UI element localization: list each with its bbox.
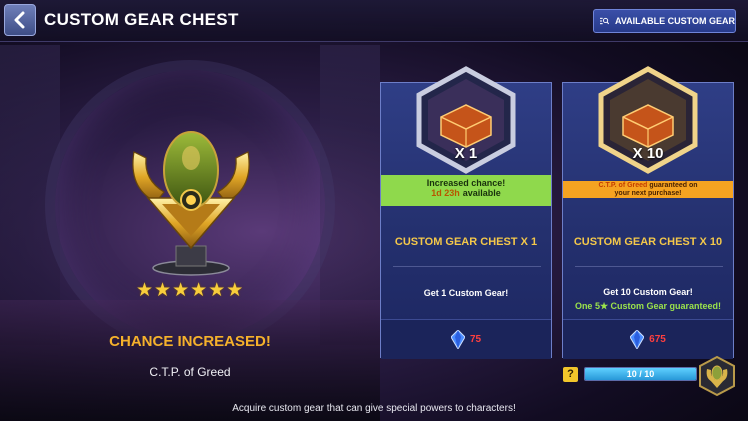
chest-image-area: X 1 <box>381 66 551 175</box>
chest-guarantee-text: One 5★ Custom Gear guaranteed! <box>574 301 722 311</box>
page-title: CUSTOM GEAR CHEST <box>44 10 239 29</box>
star-icon: ★ <box>136 280 154 301</box>
chest-description: Get 1 Custom Gear! <box>423 288 509 298</box>
chest-description: Get 10 Custom Gear! <box>603 287 693 297</box>
chevron-left-icon <box>14 11 25 29</box>
footer-hint: Acquire custom gear that can give specia… <box>232 403 516 414</box>
help-icon[interactable]: ? <box>563 367 578 382</box>
chest-name: CUSTOM GEAR CHEST X 1 <box>394 236 538 248</box>
divider <box>393 266 541 267</box>
star-icon: ★ <box>190 280 208 301</box>
price-label: 675 <box>649 334 666 345</box>
top-bar: CUSTOM GEAR CHEST AVAILABLE CUSTOM GEAR <box>0 0 748 42</box>
chest-card-x1[interactable]: X 1 Increased chance! 1d 23h available CU… <box>380 66 552 359</box>
divider <box>575 266 723 267</box>
banner-line2: 1d 23h available <box>381 188 551 198</box>
increased-chance-banner: Increased chance! 1d 23h available <box>381 175 551 206</box>
featured-gear-name: C.T.P. of Greed <box>149 365 231 379</box>
banner-available: available <box>462 188 501 198</box>
banner-line2: your next purchase! <box>614 190 682 197</box>
banner-line1: Increased chance! <box>426 178 506 188</box>
list-search-icon <box>600 17 609 25</box>
chest-card-x10[interactable]: X 10 C.T.P. of Greed guaranteed on your n… <box>562 66 734 359</box>
crystal-icon <box>630 330 645 349</box>
price-label: 75 <box>469 334 482 345</box>
multiplier-label: X 10 <box>632 145 664 162</box>
star-icon: ★ <box>154 280 172 301</box>
available-custom-gear-button[interactable]: AVAILABLE CUSTOM GEAR <box>593 9 736 33</box>
star-icon: ★ <box>226 280 244 301</box>
available-custom-gear-label: AVAILABLE CUSTOM GEAR <box>614 16 735 26</box>
banner-highlight: C.T.P. of Greed <box>598 182 648 189</box>
star-icon: ★ <box>172 280 190 301</box>
buy-button-x1[interactable]: 75 <box>381 319 551 359</box>
back-button[interactable] <box>4 4 36 36</box>
banner-line1: C.T.P. of Greed guaranteed on <box>563 182 733 190</box>
gear-trophy-icon <box>132 131 250 276</box>
banner-timer: 1d 23h <box>431 188 460 198</box>
chest-name: CUSTOM GEAR CHEST X 10 <box>573 236 723 248</box>
star-rating: ★ ★ ★ ★ ★ ★ <box>136 280 244 301</box>
buy-button-x10[interactable]: 675 <box>563 319 733 359</box>
multiplier-label: X 1 <box>454 145 478 162</box>
banner-line1-text: guaranteed on <box>649 182 698 189</box>
chest-image-area: X 10 <box>563 66 733 175</box>
emblem-badge-icon[interactable] <box>697 355 737 397</box>
guarantee-banner: C.T.P. of Greed guaranteed on your next p… <box>563 181 733 198</box>
star-icon: ★ <box>208 280 226 301</box>
crystal-icon <box>450 330 465 349</box>
progress-text: 10 / 10 <box>626 369 655 379</box>
chance-increased-title: CHANCE INCREASED! <box>109 333 271 350</box>
